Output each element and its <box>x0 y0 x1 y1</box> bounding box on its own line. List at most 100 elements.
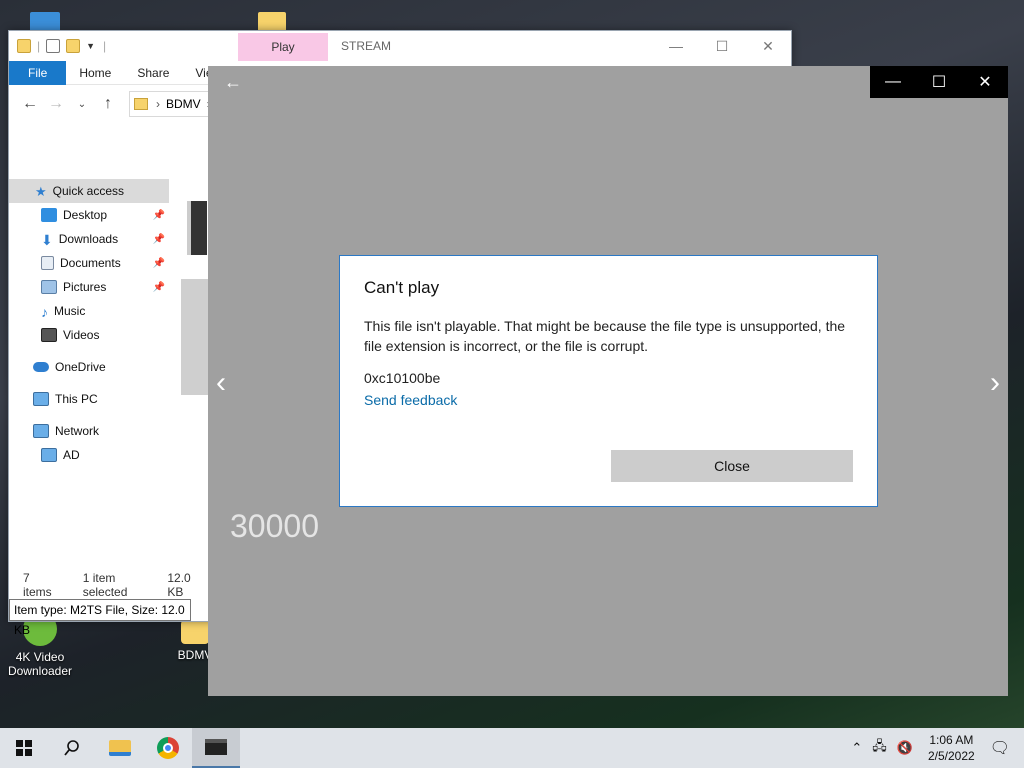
folder-icon[interactable] <box>258 12 286 32</box>
search-icon <box>64 740 79 756</box>
sidebar-item-label: Quick access <box>52 184 125 198</box>
divider: | <box>37 39 41 53</box>
movies-tv-window[interactable]: ← — ☐ ✕ ‹ › 30000 Can't play This file i… <box>208 66 1008 696</box>
maximize-icon[interactable]: ☐ <box>916 66 962 98</box>
tab-share[interactable]: Share <box>124 61 182 85</box>
navigation-pane: ★ Quick access Desktop 📌 ⬇ Downloads 📌 D… <box>9 179 169 467</box>
notification-icon[interactable]: 🗨 <box>990 738 1010 758</box>
clock[interactable]: 1:06 AM 2/5/2022 <box>928 732 975 764</box>
computer-icon <box>33 392 49 406</box>
status-size: 12.0 KB <box>167 571 191 599</box>
new-folder-icon[interactable] <box>66 39 81 53</box>
pin-icon: 📌 <box>152 257 165 269</box>
clock-time: 1:06 AM <box>929 733 974 747</box>
music-icon: ♪ <box>41 304 48 320</box>
folder-icon <box>109 740 131 756</box>
up-arrow-icon[interactable]: ↑ <box>97 93 119 115</box>
minimize-icon[interactable]: — <box>653 31 699 61</box>
sidebar-item-pictures[interactable]: Pictures 📌 <box>9 275 169 299</box>
dialog-message: This file isn't playable. That might be … <box>364 318 846 354</box>
taskbar-movies-tv[interactable] <box>192 728 240 768</box>
send-feedback-link[interactable]: Send feedback <box>364 392 853 408</box>
sidebar-item-onedrive[interactable]: OneDrive <box>9 355 169 379</box>
taskbar: ⌃ 🖧 🔇 1:06 AM 2/5/2022 🗨 <box>0 728 1024 768</box>
pin-icon: 📌 <box>152 209 165 221</box>
folder-icon <box>134 98 148 110</box>
back-arrow-icon[interactable]: ← <box>224 72 242 93</box>
minimize-icon[interactable]: — <box>870 66 916 98</box>
volume-muted-icon[interactable]: 🔇 <box>897 740 913 756</box>
chevron-up-icon[interactable]: ⌃ <box>851 740 862 756</box>
sidebar-item-network[interactable]: Network <box>9 419 169 443</box>
video-icon <box>41 328 57 342</box>
status-selected: 1 item selected <box>82 571 128 599</box>
sidebar-item-label: Network <box>55 424 100 438</box>
recent-locations-icon[interactable]: ⌄ <box>71 93 93 115</box>
tab-play[interactable]: Play <box>238 33 328 61</box>
sidebar-item-quick-access[interactable]: ★ Quick access <box>9 179 169 203</box>
next-chevron-icon[interactable]: › <box>990 366 1000 400</box>
sidebar-item-label: OneDrive <box>55 360 106 374</box>
divider: | <box>103 39 107 53</box>
sidebar-item-documents[interactable]: Documents 📌 <box>9 251 169 275</box>
system-tray: ⌃ 🖧 🔇 1:06 AM 2/5/2022 🗨 <box>846 728 1024 768</box>
watermark-text: 30000 <box>230 508 319 544</box>
explorer-titlebar[interactable]: | ▼ | Play STREAM — ☐ ✕ <box>9 31 791 61</box>
file-thumbnail-selected[interactable] <box>181 279 209 395</box>
file-thumbnail[interactable] <box>187 201 207 255</box>
forward-arrow-icon[interactable]: → <box>45 93 67 115</box>
chevron-down-icon[interactable]: ▼ <box>86 41 95 51</box>
sidebar-item-label: Desktop <box>63 208 108 222</box>
close-button[interactable]: Close <box>611 450 853 482</box>
pin-icon: 📌 <box>152 233 165 245</box>
tab-file[interactable]: File <box>9 60 67 85</box>
network-icon[interactable]: 🖧 <box>872 737 887 759</box>
sidebar-item-label: Documents <box>60 256 121 270</box>
clock-date: 2/5/2022 <box>927 749 975 763</box>
folder-icon <box>181 620 209 644</box>
taskbar-chrome[interactable] <box>144 728 192 768</box>
cloud-icon <box>33 362 49 372</box>
tab-home[interactable]: Home <box>66 61 124 85</box>
back-arrow-icon[interactable]: ← <box>19 93 41 115</box>
maximize-icon[interactable]: ☐ <box>699 31 745 61</box>
sidebar-item-desktop[interactable]: Desktop 📌 <box>9 203 169 227</box>
picture-icon <box>41 280 57 294</box>
sidebar-item-videos[interactable]: Videos <box>9 323 169 347</box>
player-window-controls: — ☐ ✕ <box>870 66 1008 98</box>
clapperboard-icon <box>205 739 227 755</box>
taskbar-file-explorer[interactable] <box>96 728 144 768</box>
sidebar-item-downloads[interactable]: ⬇ Downloads 📌 <box>9 227 169 251</box>
previous-chevron-icon[interactable]: ‹ <box>216 366 226 400</box>
sidebar-item-label: Music <box>54 304 86 318</box>
search-button[interactable] <box>48 728 96 768</box>
sidebar-item-label: Videos <box>63 328 100 342</box>
sidebar-item-ad[interactable]: AD <box>9 443 169 467</box>
sidebar-item-label: This PC <box>55 392 98 406</box>
desktop-icon-label: 4K Video Downloader <box>7 650 73 678</box>
sidebar-item-label: Pictures <box>63 280 107 294</box>
error-code: 0xc10100be <box>364 370 441 386</box>
sidebar-item-music[interactable]: ♪ Music <box>9 299 169 323</box>
item-tooltip: Item type: M2TS File, Size: 12.0 KB <box>9 599 191 637</box>
chevron-right-icon: › <box>156 97 160 111</box>
pin-icon: 📌 <box>152 281 165 293</box>
network-icon <box>33 424 49 438</box>
start-button[interactable] <box>0 728 48 768</box>
sidebar-item-this-pc[interactable]: This PC <box>9 387 169 411</box>
close-icon[interactable]: ✕ <box>962 66 1008 98</box>
sidebar-item-label: AD <box>63 448 80 462</box>
dialog-title: Can't play <box>364 278 440 297</box>
computer-icon <box>41 448 57 462</box>
properties-icon[interactable] <box>46 39 61 53</box>
star-icon: ★ <box>35 184 47 199</box>
cant-play-dialog: Can't play This file isn't playable. Tha… <box>339 255 878 507</box>
chrome-icon <box>157 737 179 759</box>
status-item-count: 7 items <box>23 571 52 599</box>
breadcrumb[interactable]: BDMV <box>166 97 201 111</box>
folder-icon <box>17 39 31 53</box>
sidebar-item-label: Downloads <box>58 232 119 246</box>
close-icon[interactable]: ✕ <box>745 31 791 61</box>
desktop-icon <box>41 208 57 222</box>
document-icon <box>41 256 54 270</box>
